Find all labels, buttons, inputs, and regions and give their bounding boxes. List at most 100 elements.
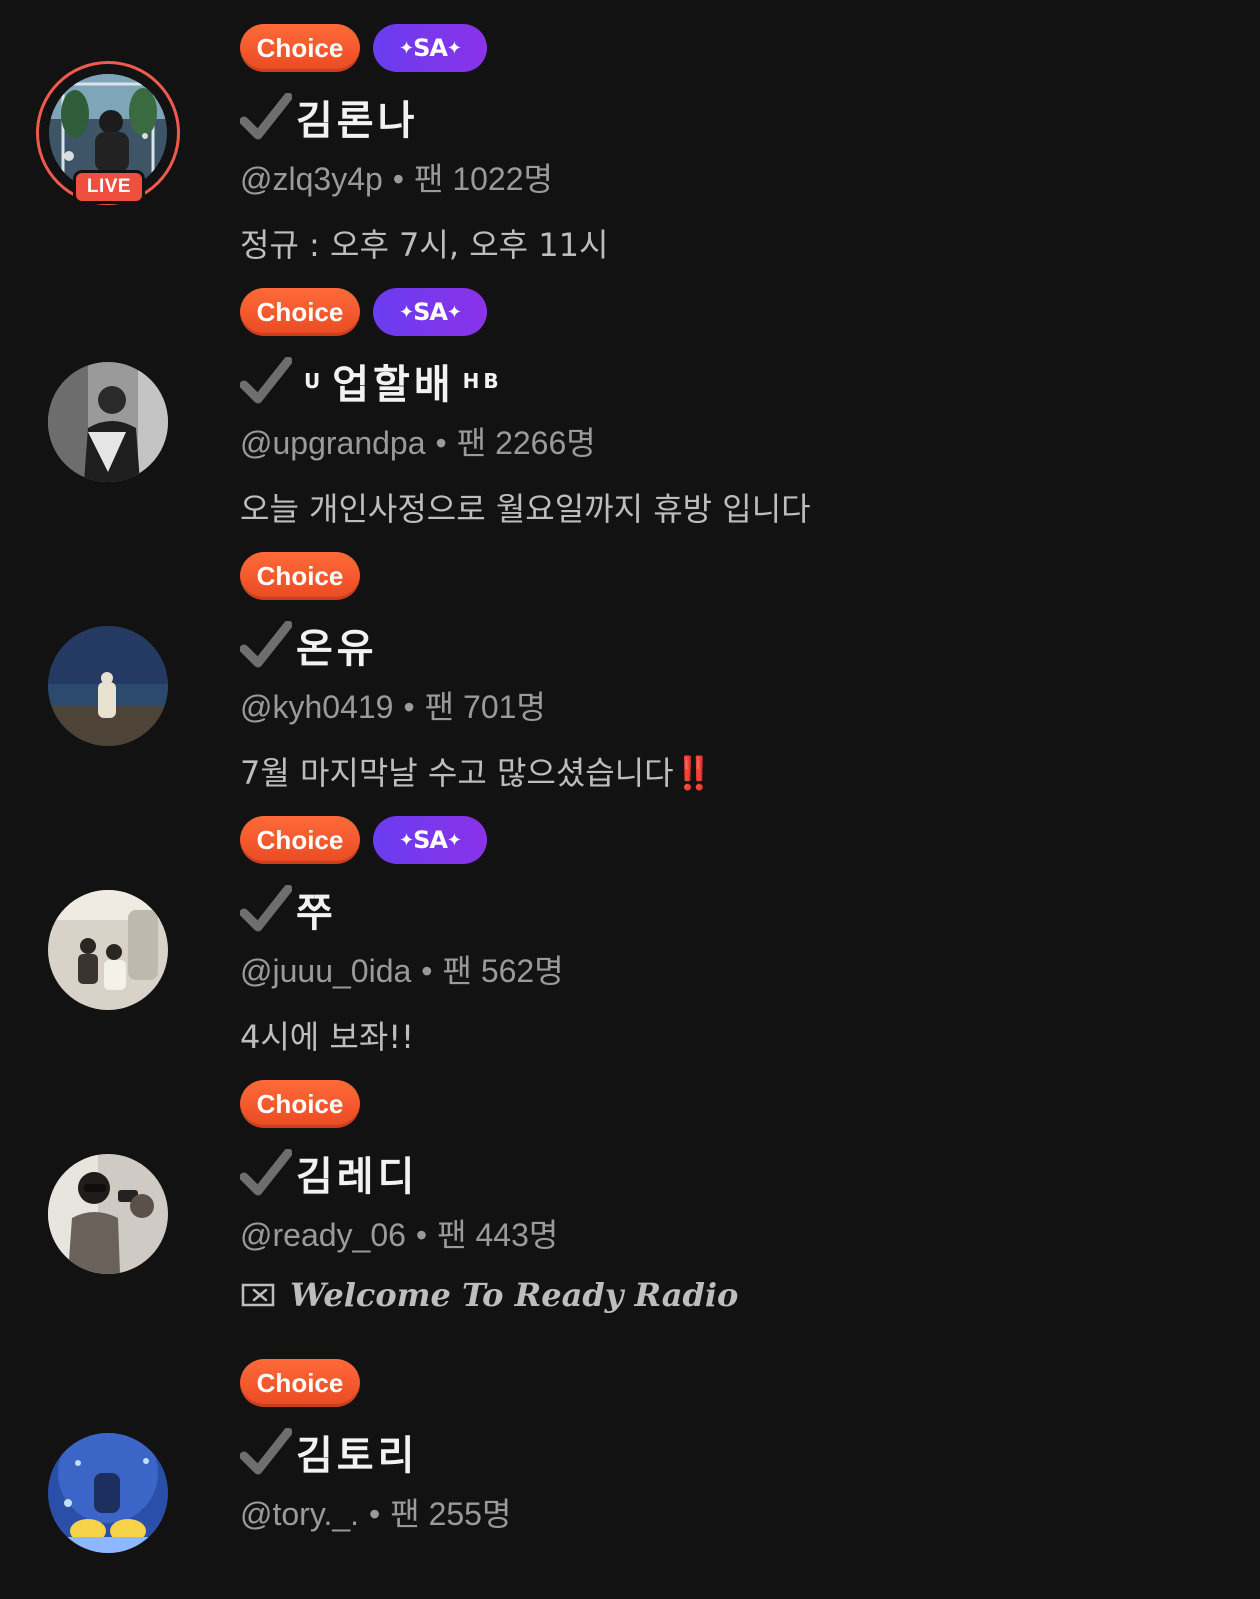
sa-badge: ✦SA✦: [373, 24, 487, 72]
list-item[interactable]: Choice 김토리 @tory._. • 팬 255명: [0, 1335, 1260, 1599]
user-meta: @juuu_0ida • 팬 562명: [240, 946, 564, 992]
name-row: U 업할배 HB: [240, 354, 511, 408]
display-name[interactable]: 쭈: [296, 880, 337, 938]
list-item[interactable]: Choice ✦SA✦ 쭈 @juuu_0ida • 팬 562명 4시에 보좌!!: [0, 792, 1260, 1056]
separator-dot: •: [415, 1217, 428, 1253]
fans-label: 팬: [442, 953, 472, 989]
display-name[interactable]: 온유: [296, 616, 378, 674]
avatar-image: [48, 626, 168, 746]
verified-check-icon: [240, 93, 292, 140]
separator-dot: •: [403, 689, 415, 725]
fans-label: 팬: [413, 161, 444, 197]
verified-check-icon: [240, 885, 292, 932]
list-item[interactable]: LIVE Choice ✦SA✦ 김론나 @zlq3y4p • 팬 1022명 정규…: [0, 0, 1260, 264]
badge-row: Choice ✦SA✦: [240, 816, 487, 864]
sa-badge-label: SA: [413, 298, 448, 326]
sparkle-icon: ✦: [398, 38, 414, 59]
name-row: 김론나: [240, 90, 418, 144]
separator-dot: •: [369, 1496, 381, 1532]
user-meta: @ready_06 • 팬 443명: [240, 1210, 558, 1256]
status-message: Welcome To Ready Radio: [240, 1276, 738, 1314]
sa-badge: ✦SA✦: [373, 816, 487, 864]
avatar[interactable]: [48, 626, 168, 746]
verified-check-icon: [240, 1428, 292, 1475]
fans-label: 팬: [437, 1217, 467, 1253]
separator-dot: •: [435, 425, 447, 461]
username[interactable]: @kyh0419: [240, 689, 393, 725]
fan-count: 255명: [428, 1496, 512, 1532]
double-exclamation-icon: ‼️: [673, 754, 714, 792]
fan-count: 2266명: [495, 425, 596, 461]
badge-row: Choice: [240, 1359, 360, 1407]
choice-badge: Choice: [240, 24, 360, 72]
user-meta: @tory._. • 팬 255명: [240, 1489, 511, 1535]
sparkle-icon: ✦: [446, 830, 462, 851]
avatar[interactable]: [48, 1154, 168, 1274]
fan-count: 701명: [463, 689, 546, 725]
status-message: 4시에 보좌!!: [240, 1018, 414, 1056]
display-name[interactable]: 김론나: [296, 88, 418, 146]
badge-row: Choice: [240, 552, 360, 600]
avatar-live-ring[interactable]: LIVE: [36, 61, 180, 205]
name-row: 김레디: [240, 1146, 418, 1200]
separator-dot: •: [392, 161, 404, 197]
user-meta: @zlq3y4p • 팬 1022명: [240, 154, 553, 200]
display-name[interactable]: 김레디: [296, 1144, 418, 1202]
status-message-text: 7월 마지막날 수고 많으셨습니다: [240, 754, 674, 792]
choice-badge: Choice: [240, 816, 360, 864]
choice-badge: Choice: [240, 1359, 360, 1407]
name-suffix: HB: [462, 369, 503, 393]
list-item[interactable]: Choice 김레디 @ready_06 • 팬 443명 Welcome To R…: [0, 1056, 1260, 1320]
avatar[interactable]: [48, 1433, 168, 1553]
separator-dot: •: [421, 953, 433, 989]
name-row: 온유: [240, 618, 378, 672]
tag-icon: [241, 1283, 275, 1307]
username[interactable]: @zlq3y4p: [240, 161, 383, 197]
list-item[interactable]: Choice 온유 @kyh0419 • 팬 701명 7월 마지막날 수고 많으셨…: [0, 528, 1260, 792]
choice-badge: Choice: [240, 552, 360, 600]
user-meta: @upgrandpa • 팬 2266명: [240, 418, 596, 464]
avatar-image: [48, 1154, 168, 1274]
username[interactable]: @tory._.: [240, 1496, 359, 1532]
user-meta: @kyh0419 • 팬 701명: [240, 682, 546, 728]
avatar-image: [48, 890, 168, 1010]
status-message: 정규 : 오후 7시, 오후 11시: [240, 226, 609, 264]
badge-row: Choice ✦SA✦: [240, 288, 487, 336]
fans-label: 팬: [390, 1496, 420, 1532]
badge-row: Choice ✦SA✦: [240, 24, 487, 72]
username[interactable]: @upgrandpa: [240, 425, 426, 461]
display-name[interactable]: 업할배: [332, 352, 454, 410]
status-message-text: Welcome To Ready Radio: [290, 1276, 739, 1314]
avatar[interactable]: [48, 362, 168, 482]
live-badge: LIVE: [73, 170, 145, 204]
display-name[interactable]: 김토리: [296, 1423, 418, 1481]
sparkle-icon: ✦: [446, 302, 462, 323]
list-item[interactable]: Choice ✦SA✦ U 업할배 HB @upgrandpa • 팬 2266명 …: [0, 264, 1260, 528]
name-row: 쭈: [240, 882, 337, 936]
sa-badge-label: SA: [413, 34, 448, 62]
verified-check-icon: [240, 1149, 292, 1196]
status-message: 오늘 개인사정으로 월요일까지 휴방 입니다: [240, 490, 811, 528]
choice-badge: Choice: [240, 288, 360, 336]
fan-count: 1022명: [452, 161, 553, 197]
name-row: 김토리: [240, 1425, 418, 1479]
fan-count: 443명: [475, 1217, 559, 1253]
avatar-image: [48, 1433, 168, 1553]
sparkle-icon: ✦: [398, 830, 414, 851]
sparkle-icon: ✦: [446, 38, 462, 59]
sparkle-icon: ✦: [398, 302, 414, 323]
status-message: 7월 마지막날 수고 많으셨습니다‼️: [240, 748, 714, 794]
username[interactable]: @ready_06: [240, 1217, 406, 1253]
avatar[interactable]: [48, 890, 168, 1010]
fans-label: 팬: [424, 689, 455, 725]
verified-check-icon: [240, 621, 292, 668]
verified-check-icon: [240, 357, 292, 404]
streamer-list: LIVE Choice ✦SA✦ 김론나 @zlq3y4p • 팬 1022명 정규…: [0, 0, 1260, 1563]
fan-count: 562명: [480, 953, 564, 989]
sa-badge: ✦SA✦: [373, 288, 487, 336]
badge-row: Choice: [240, 1080, 360, 1128]
name-prefix: U: [304, 369, 325, 393]
avatar-image: [48, 362, 168, 482]
username[interactable]: @juuu_0ida: [240, 953, 411, 989]
sa-badge-label: SA: [413, 826, 448, 854]
